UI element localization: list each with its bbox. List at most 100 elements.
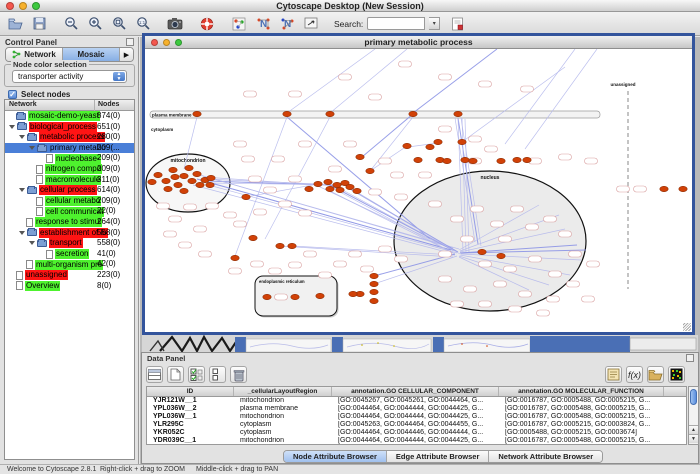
- scroll-up-icon[interactable]: ▲: [689, 425, 698, 434]
- scroll-down-icon[interactable]: ▼: [689, 434, 698, 443]
- tree-row-cell-communicat[interactable]: cell communicat22(0): [5, 206, 134, 217]
- node-label-oval[interactable]: [194, 226, 207, 232]
- node-label-oval[interactable]: [521, 86, 534, 92]
- tree-row-establishment-of-lo[interactable]: establishment of lo558(0): [5, 228, 134, 239]
- network-node[interactable]: [370, 298, 378, 303]
- background-windows-strip[interactable]: [142, 335, 698, 352]
- network-node[interactable]: [249, 235, 257, 240]
- network-node[interactable]: [324, 179, 332, 184]
- table-row[interactable]: YPL036W__1mitochondrion[GO:0044464, GO:0…: [147, 413, 686, 421]
- node-label-oval[interactable]: [469, 136, 482, 142]
- save-icon[interactable]: [30, 15, 48, 33]
- network-node[interactable]: [469, 158, 477, 163]
- network-node[interactable]: [679, 186, 687, 191]
- layout-network-alt-icon[interactable]: N: [278, 15, 296, 33]
- node-label-oval[interactable]: [587, 261, 600, 267]
- node-label-oval[interactable]: [494, 281, 507, 287]
- network-node[interactable]: [356, 154, 364, 159]
- node-label-oval[interactable]: [244, 91, 257, 97]
- network-node[interactable]: [497, 253, 505, 258]
- node-label-oval[interactable]: [249, 176, 262, 182]
- scrollbar-thumb[interactable]: [690, 389, 697, 405]
- node-label-oval[interactable]: [289, 176, 302, 182]
- data-panel-float-icon[interactable]: [686, 354, 694, 362]
- tab-edge-attribute-browser[interactable]: Edge Attribute Browser: [387, 451, 489, 462]
- tree-row-metabolic-process[interactable]: metabolic process280(0): [5, 132, 134, 143]
- tree-row-unassigned[interactable]: unassigned223(0): [5, 270, 134, 281]
- node-label-oval[interactable]: [199, 251, 212, 257]
- matrix-icon[interactable]: [668, 366, 685, 383]
- network-node[interactable]: [660, 186, 668, 191]
- network-edge[interactable]: [235, 117, 287, 256]
- network-node[interactable]: [403, 143, 411, 148]
- tree-row-nucleobase-[interactable]: nucleobase-209(0): [5, 153, 134, 164]
- node-label-oval[interactable]: [504, 266, 517, 272]
- node-label-oval[interactable]: [289, 91, 302, 97]
- network-node[interactable]: [171, 174, 179, 179]
- node-label-oval[interactable]: [299, 141, 312, 147]
- node-label-oval[interactable]: [391, 172, 404, 178]
- node-label-oval[interactable]: [229, 268, 242, 274]
- node-label-oval[interactable]: [451, 216, 464, 222]
- node-label-oval[interactable]: [479, 301, 492, 307]
- node-label-oval[interactable]: [567, 281, 580, 287]
- node-label-oval[interactable]: [439, 74, 452, 80]
- network-node[interactable]: [196, 182, 204, 187]
- network-node[interactable]: [326, 186, 334, 191]
- network-node[interactable]: [231, 255, 239, 260]
- node-label-oval[interactable]: [344, 141, 357, 147]
- tab-node-attribute-browser[interactable]: Node Attribute Browser: [284, 451, 387, 462]
- tree-row-biological-process[interactable]: biological_process651(0): [5, 122, 134, 133]
- network-node[interactable]: [366, 168, 374, 173]
- expand-triangle-icon[interactable]: [19, 135, 25, 139]
- function-builder-icon[interactable]: f(x): [626, 366, 643, 383]
- attribute-table-header[interactable]: ID_cellularLayoutRegionannotation.GO CEL…: [147, 387, 686, 397]
- table-row[interactable]: YKR052Ccytoplasm[GO:0044464, GO:0044446,…: [147, 429, 686, 437]
- node-label-oval[interactable]: [319, 272, 332, 278]
- network-node[interactable]: [316, 293, 324, 298]
- network-node[interactable]: [346, 184, 354, 189]
- node-label-oval[interactable]: [269, 268, 282, 274]
- expand-triangle-icon[interactable]: [19, 188, 25, 192]
- open-file-icon[interactable]: [6, 15, 24, 33]
- float-panel-icon[interactable]: [126, 38, 134, 46]
- expand-triangle-icon[interactable]: [19, 231, 25, 235]
- node-color-dropdown[interactable]: transporter activity ▲▼: [12, 70, 127, 83]
- zoom-out-icon[interactable]: [62, 15, 80, 33]
- node-label-oval[interactable]: [157, 203, 170, 209]
- tree-row-macromolecule[interactable]: macromolecule311(0): [5, 175, 134, 186]
- network-node[interactable]: [497, 158, 505, 163]
- table-row[interactable]: YJR121W__1mitochondrion[GO:0045267, GO:0…: [147, 397, 686, 405]
- node-label-oval[interactable]: [519, 291, 532, 297]
- network-node[interactable]: [162, 178, 170, 183]
- network-node[interactable]: [353, 188, 361, 193]
- network-node[interactable]: [336, 187, 344, 192]
- network-node[interactable]: [206, 182, 214, 187]
- node-label-oval[interactable]: [499, 236, 512, 242]
- tree-row-primary-metabo[interactable]: primary metabo209(...: [5, 143, 134, 154]
- expand-triangle-icon[interactable]: [29, 146, 35, 150]
- node-label-oval[interactable]: [491, 221, 504, 227]
- network-edge[interactable]: [525, 49, 597, 149]
- node-label-oval[interactable]: [529, 256, 542, 262]
- tree-row-secretion[interactable]: secretion41(0): [5, 249, 134, 260]
- node-label-oval[interactable]: [569, 251, 582, 257]
- node-label-oval[interactable]: [251, 261, 264, 267]
- network-node[interactable]: [193, 111, 201, 116]
- node-label-oval[interactable]: [559, 231, 572, 237]
- node-label-oval[interactable]: [234, 141, 247, 147]
- node-label-oval[interactable]: [254, 209, 267, 215]
- node-label-oval[interactable]: [559, 154, 572, 160]
- node-label-oval[interactable]: [509, 306, 522, 312]
- select-nodes-checkbox[interactable]: ✓: [8, 90, 17, 99]
- network-node[interactable]: [169, 167, 177, 172]
- network-node[interactable]: [513, 157, 521, 162]
- network-node[interactable]: [333, 182, 341, 187]
- node-label-oval[interactable]: [369, 94, 382, 100]
- node-label-oval[interactable]: [242, 156, 255, 162]
- node-label-oval[interactable]: [299, 210, 312, 216]
- zoom-in-icon[interactable]: [86, 15, 104, 33]
- table-scrollbar[interactable]: ▲ ▼: [688, 386, 699, 445]
- help-icon[interactable]: [198, 15, 216, 33]
- network-node[interactable]: [370, 289, 378, 294]
